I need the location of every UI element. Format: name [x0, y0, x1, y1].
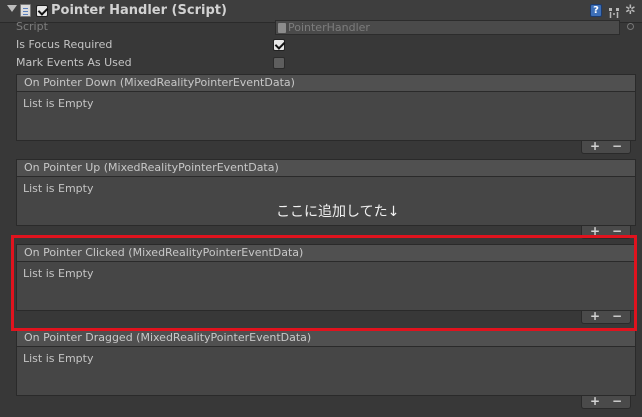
- presets-icon[interactable]: [608, 4, 620, 18]
- remove-item-button[interactable]: −: [612, 395, 622, 408]
- script-value: PointerHandler: [288, 21, 370, 34]
- component-enabled-checkbox[interactable]: [36, 5, 49, 17]
- component-title: Pointer Handler (Script): [51, 3, 227, 18]
- mark-events-label: Mark Events As Used: [16, 56, 132, 69]
- add-item-button[interactable]: +: [590, 310, 600, 323]
- add-item-button[interactable]: +: [590, 225, 600, 238]
- add-item-button[interactable]: +: [590, 140, 600, 153]
- remove-item-button[interactable]: −: [612, 140, 622, 153]
- event-list-pointer-dragged[interactable]: List is Empty: [16, 347, 636, 396]
- event-list-footer: + −: [581, 140, 631, 154]
- event-header-pointer-down: On Pointer Down (MixedRealityPointerEven…: [16, 74, 636, 92]
- gear-icon[interactable]: ✲: [625, 4, 638, 17]
- empty-list-text: List is Empty: [23, 97, 94, 110]
- help-icon[interactable]: ?: [590, 4, 602, 17]
- event-list-pointer-down[interactable]: List is Empty: [16, 92, 636, 141]
- empty-list-text: List is Empty: [23, 182, 94, 195]
- focus-required-label: Is Focus Required: [16, 38, 113, 51]
- script-object-field[interactable]: PointerHandler: [275, 20, 620, 35]
- empty-list-text: List is Empty: [23, 352, 94, 365]
- event-list-footer: + −: [581, 310, 631, 324]
- empty-list-text: List is Empty: [23, 267, 94, 280]
- event-header-pointer-dragged: On Pointer Dragged (MixedRealityPointerE…: [16, 329, 636, 347]
- event-list-footer: + −: [581, 395, 631, 409]
- annotation-note: ここに追加してた↓: [276, 204, 400, 220]
- focus-required-checkbox[interactable]: [273, 39, 286, 51]
- script-file-icon: [278, 23, 286, 33]
- event-list-pointer-clicked[interactable]: List is Empty: [16, 262, 636, 311]
- event-header-pointer-up: On Pointer Up (MixedRealityPointerEventD…: [16, 159, 636, 177]
- remove-item-button[interactable]: −: [612, 310, 622, 323]
- event-list-footer: + −: [581, 225, 631, 239]
- remove-item-button[interactable]: −: [612, 225, 622, 238]
- mark-events-checkbox[interactable]: [273, 57, 285, 69]
- add-item-button[interactable]: +: [590, 395, 600, 408]
- object-picker-icon[interactable]: [627, 23, 634, 30]
- script-icon: [20, 4, 31, 17]
- foldout-arrow-icon[interactable]: [7, 5, 17, 12]
- event-header-pointer-clicked: On Pointer Clicked (MixedRealityPointerE…: [16, 244, 636, 262]
- script-label: Script: [16, 20, 48, 33]
